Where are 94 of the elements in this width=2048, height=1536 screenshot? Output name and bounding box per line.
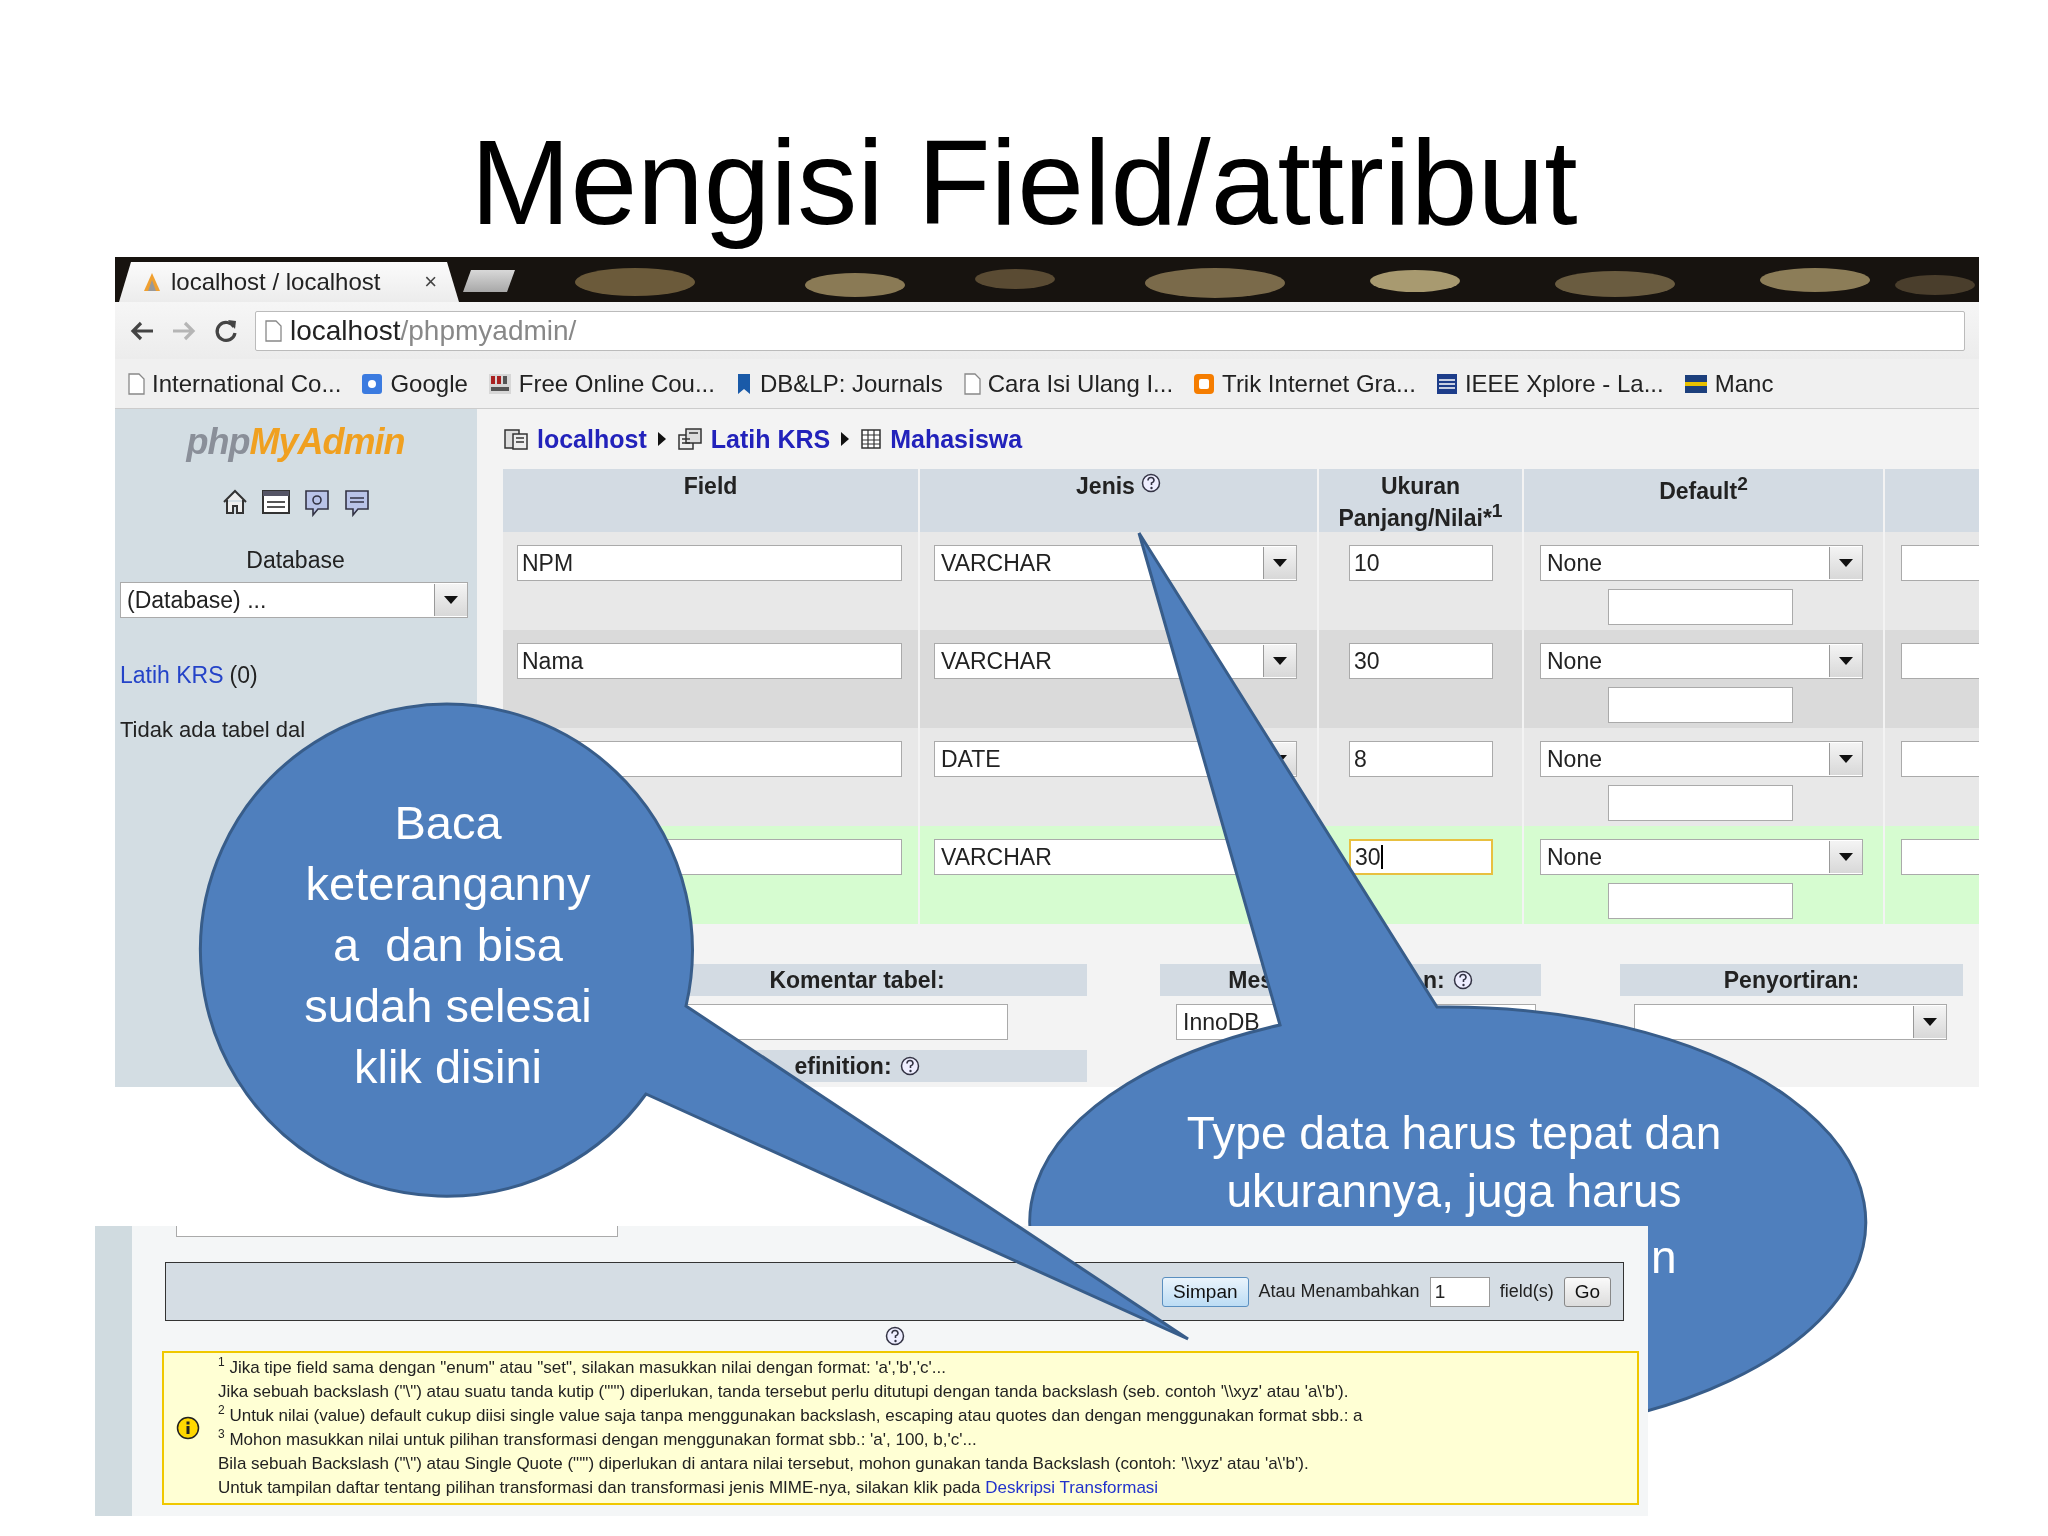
default-dropdown[interactable]: None [1540, 839, 1863, 875]
input-field[interactable] [1901, 741, 1979, 777]
help-icon[interactable] [899, 1056, 920, 1076]
breadcrumb-link[interactable]: localhost [537, 424, 647, 454]
site-icon [1435, 372, 1458, 395]
bubble-icon[interactable] [303, 489, 330, 517]
column-header: Ukuran Panjang/Nilai*$^{1}$ [1319, 469, 1522, 532]
go-button[interactable]: Go [1563, 1276, 1611, 1307]
column-header: Field [503, 469, 918, 532]
caret-icon [1272, 656, 1288, 666]
database-dropdown[interactable]: (Database) ... [120, 582, 468, 618]
note-text: $^{3}$ Mohon masukkan nilai untuk pilihan transformasi dengan menggunakan format sbb.: 'a', 100, b,'c'... [218, 1428, 978, 1451]
page-icon [127, 372, 145, 395]
bookmark-link[interactable]: Free Online Cou... [487, 369, 715, 398]
note-text: $^{1}$ Jika tipe field sama dengan "enum" atau "set", silakan masukkan nilai dengan format: 'a','b','c'... [218, 1356, 947, 1379]
site-icon [361, 372, 384, 395]
bookmark-link[interactable]: IEEE Xplore - La... [1435, 369, 1664, 398]
database-link[interactable]: Latih KRS [120, 662, 224, 689]
transform-link[interactable]: Deskripsi Transformasi [985, 1478, 1159, 1497]
note-text: Untuk tampilan daftar tentang pilihan transformasi dan transformasi jenis MIME-nya, silakan klik pada Deskripsi Transformasi [218, 1477, 1160, 1499]
info-text: Tidak ada tabel dal [120, 717, 307, 743]
bookmark-link[interactable]: Manc [1683, 369, 1774, 398]
slide-title: Mengisi Field/attribut [469, 114, 1579, 251]
input-field[interactable]: 8 [1349, 741, 1493, 777]
database-icon [676, 427, 703, 451]
default-dropdown[interactable]: None [1540, 741, 1863, 777]
sort-dropdown[interactable] [1634, 1004, 1947, 1040]
reload-icon[interactable] [213, 317, 239, 344]
input-field[interactable]: 30 [1349, 643, 1493, 679]
page-icon [962, 372, 981, 395]
help-icon[interactable] [884, 1326, 905, 1346]
count-field[interactable]: 1 [1429, 1276, 1490, 1307]
section-label: n: [1423, 966, 1445, 994]
site-icon [1683, 372, 1708, 395]
bookmark-link[interactable]: International Co... [127, 369, 342, 398]
column-header: Default$^{2}$ [1524, 469, 1883, 532]
bubble-icon[interactable] [343, 489, 370, 517]
input-field[interactable]: 10 [1349, 545, 1493, 581]
bookmark-link[interactable]: Google [361, 369, 468, 398]
default-dropdown[interactable]: None [1540, 643, 1863, 679]
home-icon[interactable] [221, 489, 248, 515]
note-text: Jika sebuah backslash ("\") atau suatu tanda kutip ("'") diperlukan, tanda tersebut perlu ditutupi dengan tanda backslash (seb. contoh '\\xyz' atau 'a\'b'). [218, 1381, 1350, 1403]
input-field[interactable]: Nama [517, 643, 902, 679]
note-text: $^{2}$ Untuk nilai (value) default cukup diisi single value saja tanpa menggunakan backslash, escaping atau quotes dan dengan menggunakan format sbb.: a [218, 1404, 1363, 1427]
section-label: efinition: [794, 1052, 892, 1080]
callout-text: n [1651, 1230, 1677, 1285]
input-field[interactable] [1608, 687, 1793, 723]
browser-tab[interactable]: localhost / localhost × [119, 262, 459, 302]
site-icon [1193, 372, 1216, 395]
table-count: (0) [229, 662, 258, 689]
caret-icon [1838, 656, 1854, 666]
caret-icon [1922, 1017, 1938, 1027]
breadcrumb-link[interactable]: Latih KRS [710, 424, 831, 454]
info-icon [176, 1416, 200, 1440]
address-field[interactable]: localhost/phpmyadmin/ [255, 310, 1965, 351]
input-field[interactable] [1901, 839, 1979, 875]
save-button[interactable]: Simpan [1162, 1276, 1249, 1307]
server-icon [503, 427, 529, 451]
table-icon [860, 428, 883, 450]
site-icon [487, 372, 512, 395]
input-field[interactable] [1901, 545, 1979, 581]
caret-icon [1838, 852, 1854, 862]
type-dropdown[interactable]: VARCHAR [934, 545, 1297, 581]
field-label: field(s) [1499, 1281, 1554, 1302]
help-icon[interactable] [1140, 473, 1161, 493]
input-field[interactable] [1608, 883, 1793, 919]
page-icon [264, 319, 282, 342]
input-field[interactable] [1608, 589, 1793, 625]
default-dropdown[interactable]: None [1540, 545, 1863, 581]
text-area[interactable] [176, 1226, 618, 1237]
window-icon[interactable] [261, 489, 290, 515]
bookmark-link[interactable]: Cara Isi Ulang I... [962, 369, 1174, 398]
field-label: Atau Menambahkan [1258, 1281, 1420, 1302]
breadcrumb-link[interactable]: Mahasiswa [890, 424, 1023, 454]
separator-icon [840, 431, 851, 447]
field-label: Database [246, 547, 345, 574]
note-text: Bila sebuah Backslash ("\") atau Single Quote ("'") diperlukan di antara nilai tersebut, mohon gunakan tanda Backslash (contoh: '\\xyz' atau 'a\'b'). [218, 1453, 1310, 1475]
caret-icon [1272, 558, 1288, 568]
section-header: Penyortiran: [1620, 964, 1963, 996]
bookmark-link[interactable]: DB&LP: Journals [734, 369, 943, 398]
column-header: Jenis [920, 469, 1317, 532]
input-field[interactable] [1901, 643, 1979, 679]
separator-icon [656, 431, 667, 447]
input-field[interactable] [1608, 785, 1793, 821]
input-field[interactable]: 30 [1349, 839, 1493, 875]
caret-icon [1838, 558, 1854, 568]
caret-icon [1838, 754, 1854, 764]
input-field[interactable]: NPM [517, 545, 902, 581]
callout-text: Baca keteranganny a dan bisa sudah selesai klik disini [303, 795, 593, 1095]
sail-icon [141, 271, 163, 293]
close-button[interactable]: × [424, 269, 437, 295]
caret-icon [443, 595, 459, 605]
help-icon[interactable] [1452, 970, 1473, 990]
bookmark-link[interactable]: Trik Internet Gra... [1193, 369, 1416, 398]
